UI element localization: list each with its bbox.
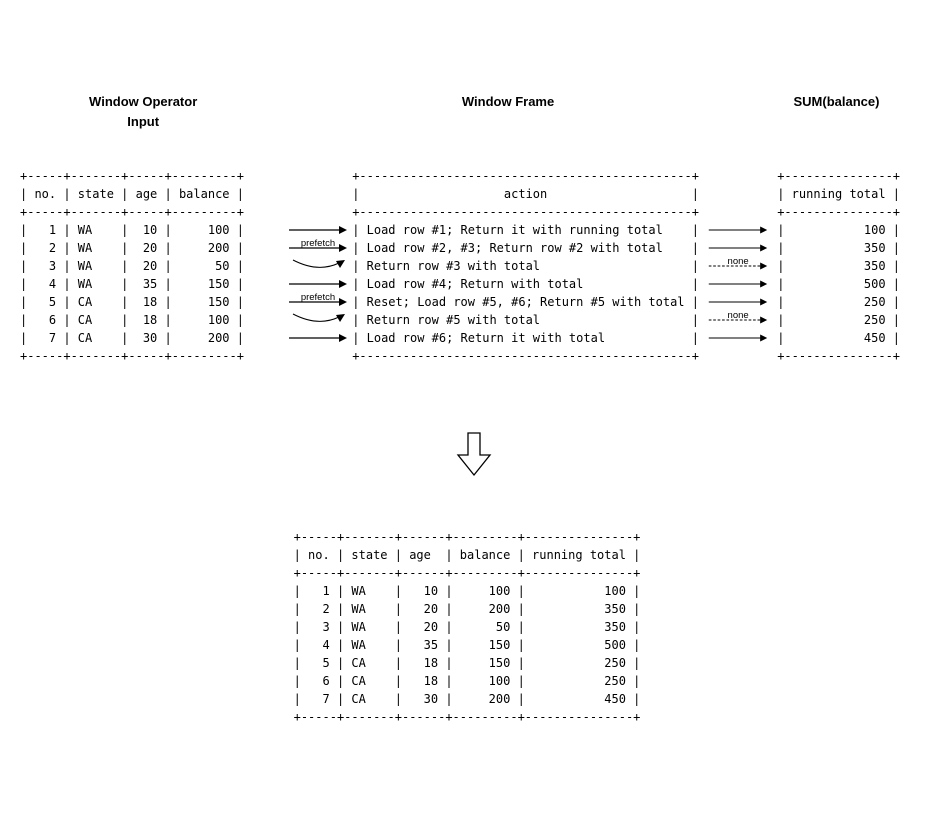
arrow-solid: prefetch xyxy=(284,293,352,311)
title-frame: Window Frame xyxy=(330,92,686,131)
title-sum: SUM(balance) xyxy=(759,92,914,131)
arrow-dashed: none xyxy=(699,257,777,275)
arrow-curve xyxy=(284,311,352,329)
input-table: +-----+-------+-----+---------+ | no. | … xyxy=(20,167,284,365)
arrow-curve xyxy=(284,257,352,275)
arrow-solid xyxy=(699,329,777,347)
result-table: +-----+-------+------+---------+--------… xyxy=(294,528,641,726)
arrow-solid xyxy=(284,329,352,347)
down-arrow xyxy=(20,413,914,484)
arrows-input-to-frame: prefetch prefetch xyxy=(284,167,352,365)
arrow-solid xyxy=(699,275,777,293)
result-section: +-----+-------+------+---------+--------… xyxy=(20,528,914,726)
arrow-down-icon xyxy=(452,431,496,479)
frame-table: +---------------------------------------… xyxy=(352,167,699,365)
sum-table: +---------------+ | running total | +---… xyxy=(777,167,914,365)
arrow-dashed: none xyxy=(699,311,777,329)
title-input: Window Operator Input xyxy=(20,92,266,131)
arrow-solid: prefetch xyxy=(284,239,352,257)
arrows-frame-to-sum: none none xyxy=(699,167,777,365)
titles-row: Window Operator Input Window Frame SUM(b… xyxy=(20,92,914,131)
top-section: +-----+-------+-----+---------+ | no. | … xyxy=(20,167,914,365)
arrow-solid xyxy=(699,221,777,239)
